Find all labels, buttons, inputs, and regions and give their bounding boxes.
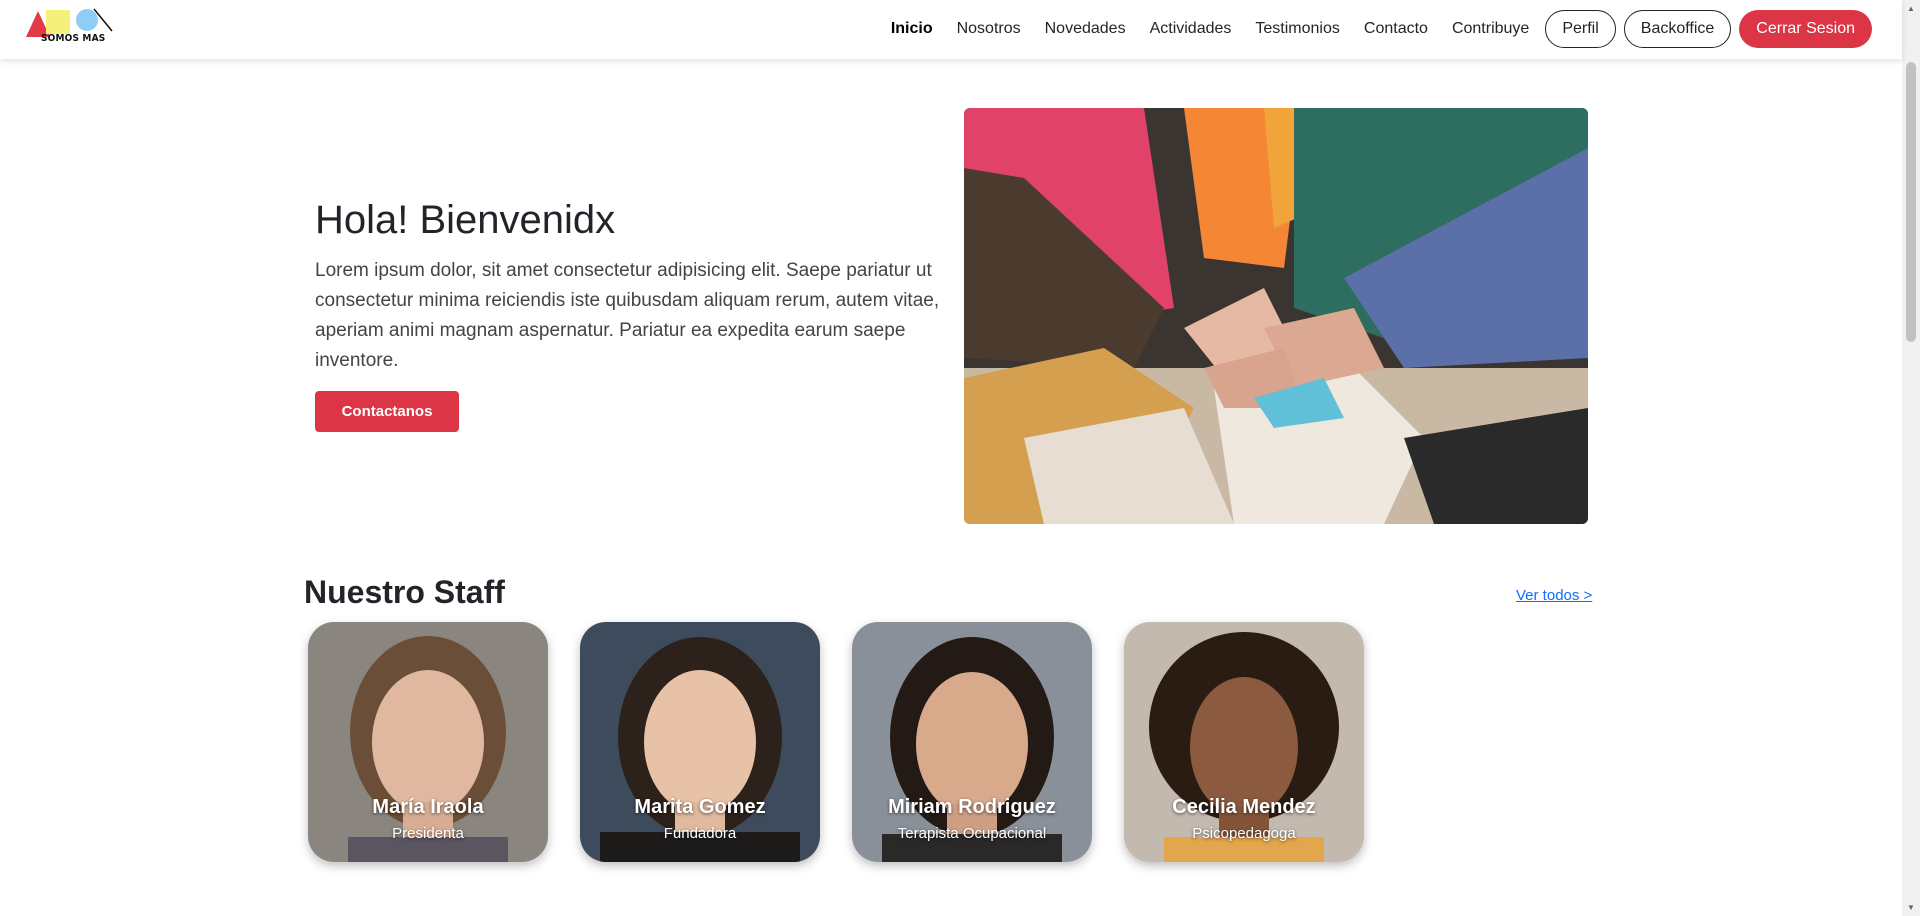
staff-role: Psicopedagoga: [1192, 825, 1296, 842]
staff-name: María Iraola: [372, 796, 484, 818]
see-all-staff-link[interactable]: Ver todos >: [1516, 587, 1592, 604]
nav-link-novedades[interactable]: Novedades: [1045, 20, 1126, 38]
hero-image: [964, 108, 1588, 524]
scroll-down-arrow-icon[interactable]: ▼: [1907, 903, 1915, 912]
staff-role: Fundadora: [663, 825, 737, 842]
staff-card[interactable]: María Iraola Presidenta: [308, 622, 548, 862]
contact-button[interactable]: Contactanos: [315, 391, 459, 432]
staff-name: Miriam Rodriguez: [888, 796, 1056, 818]
nav-link-nosotros[interactable]: Nosotros: [957, 20, 1021, 38]
nav-link-contacto[interactable]: Contacto: [1364, 20, 1428, 38]
nav-link-testimonios[interactable]: Testimonios: [1255, 20, 1339, 38]
scroll-up-arrow-icon[interactable]: ▲: [1907, 4, 1915, 13]
staff-name: Cecilia Mendez: [1172, 796, 1316, 818]
hero-title: Hola! Bienvenidx: [315, 198, 616, 242]
logo-text: SOMOS MAS: [41, 33, 106, 44]
staff-role: Presidenta: [392, 825, 464, 842]
staff-name: Marita Gomez: [634, 796, 766, 818]
logout-button[interactable]: Cerrar Sesion: [1739, 10, 1872, 48]
nav-links: Inicio Nosotros Novedades Actividades Te…: [891, 10, 1872, 48]
staff-card[interactable]: Cecilia Mendez Psicopedagoga: [1124, 622, 1364, 862]
staff-card[interactable]: Marita Gomez Fundadora: [580, 622, 820, 862]
staff-title: Nuestro Staff: [304, 574, 505, 610]
profile-button[interactable]: Perfil: [1545, 10, 1616, 48]
staff-role: Terapista Ocupacional: [897, 825, 1047, 842]
nav-link-actividades[interactable]: Actividades: [1150, 20, 1232, 38]
nav-link-contribuye[interactable]: Contribuye: [1452, 20, 1529, 38]
scrollbar-thumb[interactable]: [1906, 62, 1916, 342]
brand-logo[interactable]: SOMOS MAS: [24, 7, 120, 47]
hero-text: Lorem ipsum dolor, sit amet consectetur …: [315, 260, 940, 371]
backoffice-button[interactable]: Backoffice: [1623, 10, 1732, 48]
staff-card[interactable]: Miriam Rodriguez Terapista Ocupacional: [852, 622, 1092, 862]
top-navbar: SOMOS MAS Inicio Nosotros Novedades Acti…: [0, 0, 1902, 59]
nav-link-inicio[interactable]: Inicio: [891, 20, 933, 38]
page-scrollbar[interactable]: ▲ ▼: [1902, 0, 1920, 916]
